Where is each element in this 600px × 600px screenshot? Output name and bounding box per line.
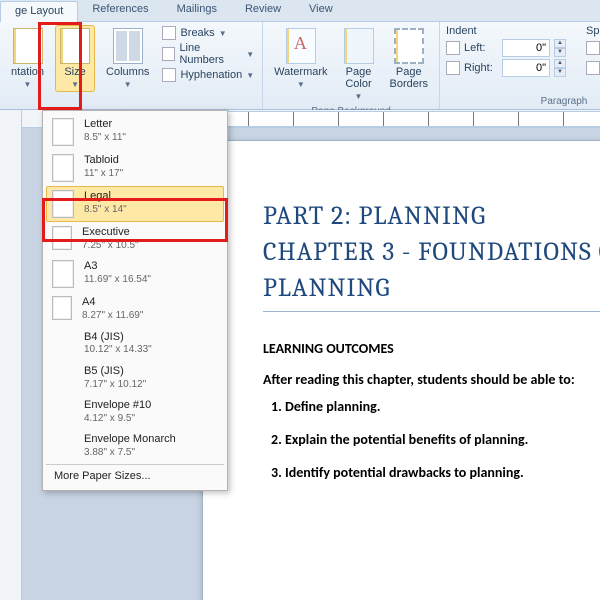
stepper-icon[interactable]: ▲▼	[554, 39, 566, 57]
chevron-down-icon: ▼	[124, 80, 132, 89]
page-icon	[52, 118, 74, 146]
size-option-letter[interactable]: Letter8.5" x 11"	[46, 114, 224, 150]
size-dropdown: Letter8.5" x 11" Tabloid11" x 17" Legal8…	[42, 110, 228, 491]
indent-left-input[interactable]	[502, 39, 550, 57]
size-option-legal[interactable]: Legal8.5" x 14"	[46, 186, 224, 222]
more-paper-sizes[interactable]: More Paper Sizes...	[46, 464, 224, 487]
page-icon	[52, 190, 74, 218]
size-option-b4-jis[interactable]: B4 (JIS)10.12" x 14.33"	[46, 327, 224, 361]
list-item: Identify potential drawbacks to planning…	[285, 464, 600, 481]
title-underline	[263, 311, 600, 312]
list-item: Define planning.	[285, 398, 600, 415]
group-page-setup: ntation ▼ Size ▼ Columns ▼ Breaks ▼	[0, 22, 263, 109]
chevron-down-icon: ▼	[246, 50, 254, 59]
indent-right-icon	[446, 61, 460, 75]
size-option-a3[interactable]: A311.69" x 16.54"	[46, 256, 224, 292]
breaks-icon	[162, 26, 176, 40]
page-icon	[52, 226, 72, 250]
columns-label: Columns	[106, 66, 149, 78]
indent-heading: Indent	[446, 25, 566, 37]
doc-title-2a: CHAPTER 3 - FOUNDATIONS O	[263, 237, 600, 267]
lead-paragraph: After reading this chapter, students sho…	[263, 371, 600, 388]
spacing-heading: Spacing	[586, 25, 600, 37]
ribbon: ntation ▼ Size ▼ Columns ▼ Breaks ▼	[0, 22, 600, 110]
group-label-paragraph: Paragraph	[446, 94, 600, 107]
indent-left-control[interactable]: Left: ▲▼	[446, 39, 566, 57]
chevron-down-icon: ▼	[355, 92, 363, 101]
tab-mailings[interactable]: Mailings	[163, 0, 231, 21]
document-page[interactable]: PART 2: PLANNING CHAPTER 3 - FOUNDATIONS…	[202, 140, 600, 600]
tab-review[interactable]: Review	[231, 0, 295, 21]
page-color-button[interactable]: Page Color ▼	[339, 25, 379, 104]
spacing-after-control[interactable]: After:	[586, 59, 600, 77]
chevron-down-icon: ▼	[297, 80, 305, 89]
group-page-background: Watermark ▼ Page Color ▼ Page Borders Pa…	[263, 22, 440, 109]
spacing-before-control[interactable]: Before:	[586, 39, 600, 57]
stepper-icon[interactable]: ▲▼	[554, 59, 566, 77]
hyphenation-icon	[162, 68, 176, 82]
orientation-label: ntation	[11, 66, 44, 78]
chevron-down-icon: ▼	[246, 71, 254, 80]
size-option-executive[interactable]: Executive7.25" x 10.5"	[46, 222, 224, 256]
size-option-a4[interactable]: A48.27" x 11.69"	[46, 292, 224, 326]
size-option-tabloid[interactable]: Tabloid11" x 17"	[46, 150, 224, 186]
page-icon	[52, 260, 74, 288]
spacing-after-icon	[586, 61, 600, 75]
line-numbers-button[interactable]: Line Numbers ▼	[160, 41, 256, 67]
group-paragraph: Indent Left: ▲▼ Right: ▲▼ Spacing	[440, 22, 600, 109]
chevron-down-icon: ▼	[71, 80, 79, 89]
tab-page-layout[interactable]: ge Layout	[0, 1, 78, 22]
line-numbers-icon	[162, 47, 175, 61]
tab-references[interactable]: References	[78, 0, 162, 21]
orientation-button[interactable]: ntation ▼	[6, 25, 49, 92]
chevron-down-icon: ▼	[24, 80, 32, 89]
outcome-list: Define planning. Explain the potential b…	[263, 398, 600, 481]
size-button[interactable]: Size ▼	[55, 25, 95, 92]
size-option-envelope-monarch[interactable]: Envelope Monarch3.88" x 7.5"	[46, 429, 224, 463]
hyphenation-button[interactable]: Hyphenation ▼	[160, 67, 256, 83]
vertical-ruler	[0, 110, 22, 600]
page-icon	[52, 154, 74, 182]
doc-title-2b: PLANNING	[263, 273, 600, 303]
size-option-b5-jis[interactable]: B5 (JIS)7.17" x 10.12"	[46, 361, 224, 395]
watermark-button[interactable]: Watermark ▼	[269, 25, 332, 104]
size-label: Size	[64, 66, 85, 78]
breaks-button[interactable]: Breaks ▼	[160, 25, 256, 41]
columns-button[interactable]: Columns ▼	[101, 25, 154, 92]
page-borders-button[interactable]: Page Borders	[385, 25, 434, 104]
ribbon-tabs: ge Layout References Mailings Review Vie…	[0, 0, 600, 22]
indent-right-control[interactable]: Right: ▲▼	[446, 59, 566, 77]
chevron-down-icon: ▼	[219, 29, 227, 38]
list-item: Explain the potential benefits of planni…	[285, 431, 600, 448]
indent-right-input[interactable]	[502, 59, 550, 77]
indent-left-icon	[446, 41, 460, 55]
group-label-page-setup	[6, 105, 256, 107]
spacing-before-icon	[586, 41, 600, 55]
size-option-envelope-10[interactable]: Envelope #104.12" x 9.5"	[46, 395, 224, 429]
tab-view[interactable]: View	[295, 0, 347, 21]
doc-title-1: PART 2: PLANNING	[263, 201, 600, 231]
section-heading: LEARNING OUTCOMES	[263, 340, 600, 357]
page-icon	[52, 296, 72, 320]
